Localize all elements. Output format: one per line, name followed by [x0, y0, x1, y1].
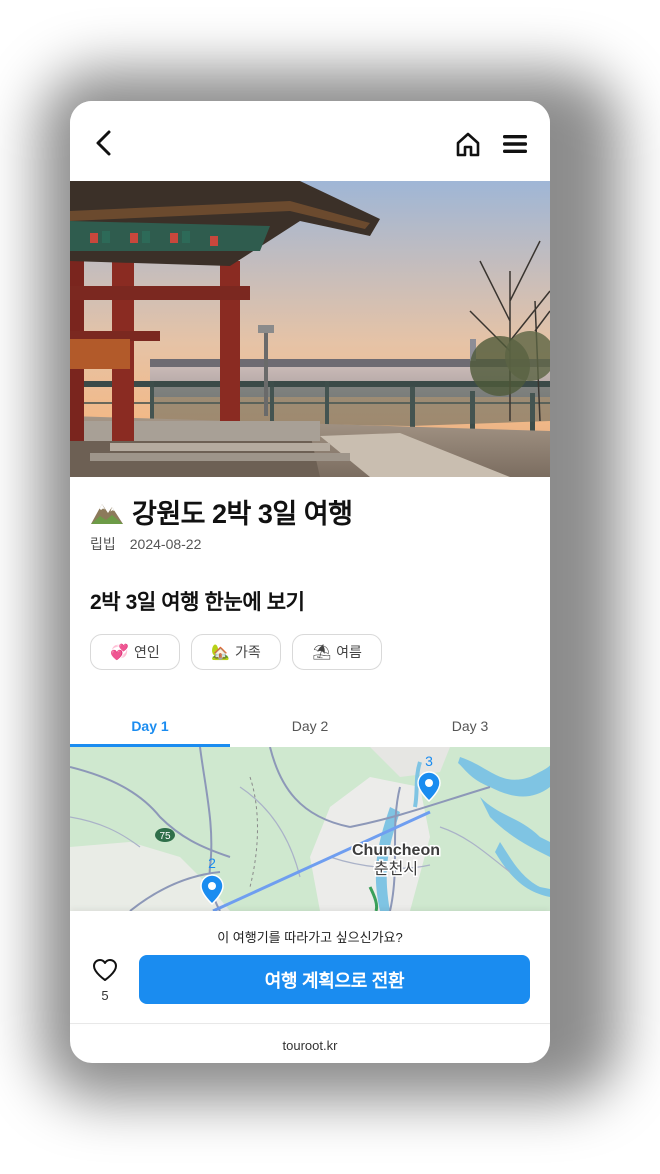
- two-hearts-icon: 💞: [110, 644, 129, 661]
- footer-site[interactable]: touroot.kr: [70, 1023, 550, 1063]
- phone-screen: 강원도 2박 3일 여행 립빕 2024-08-22 2박 3일 여행 한눈에 보…: [70, 101, 550, 1063]
- convert-plan-panel: 이 여행기를 따라가고 싶으신가요? 5 여행 계획으로 전환: [70, 911, 550, 1023]
- trip-meta: 립빕 2024-08-22: [90, 534, 201, 554]
- svg-text:75: 75: [159, 831, 171, 842]
- route-map[interactable]: 75 Chuncheon 춘천시 2 3: [70, 747, 550, 911]
- trip-title-row: 강원도 2박 3일 여행: [90, 489, 353, 533]
- svg-text:3: 3: [425, 753, 433, 769]
- like-count: 5: [101, 988, 109, 1003]
- tag-family[interactable]: 🏡 가족: [191, 634, 281, 670]
- like-button[interactable]: 5: [90, 958, 120, 1003]
- home-icon[interactable]: [455, 131, 481, 157]
- mountain-icon: [91, 504, 123, 524]
- trip-title: 강원도 2박 3일 여행: [132, 498, 353, 529]
- hamburger-menu-icon[interactable]: [502, 133, 528, 155]
- house-garden-icon: 🏡: [211, 644, 230, 661]
- tab-day-1[interactable]: Day 1: [70, 707, 230, 747]
- cta-question: 이 여행기를 따라가고 싶으신가요?: [217, 930, 403, 945]
- heart-icon: [93, 959, 117, 981]
- tab-day-2[interactable]: Day 2: [230, 707, 390, 747]
- tag-couple[interactable]: 💞 연인: [90, 634, 180, 670]
- road-75-shield: 75: [155, 828, 175, 842]
- overview-heading: 2박 3일 여행 한눈에 보기: [90, 591, 305, 614]
- svg-text:2: 2: [208, 855, 216, 871]
- tab-day-3[interactable]: Day 3: [390, 707, 550, 747]
- trip-date: 2024-08-22: [129, 536, 202, 552]
- chevron-left-icon[interactable]: [92, 129, 116, 157]
- author-name[interactable]: 립빕: [90, 536, 116, 552]
- convert-to-plan-button[interactable]: 여행 계획으로 전환: [139, 955, 530, 1004]
- tag-summer[interactable]: ⛱ 여름: [292, 634, 382, 670]
- tag-label: 가족: [234, 644, 261, 660]
- beach-umbrella-icon: ⛱: [312, 644, 332, 661]
- map-city-label-en: Chuncheon: [352, 842, 440, 859]
- tag-label: 연인: [133, 644, 160, 660]
- map-city-label-ko: 춘천시: [374, 859, 418, 878]
- tag-list: 💞 연인 🏡 가족 ⛱ 여름: [90, 634, 382, 670]
- day-tabs: Day 1 Day 2 Day 3: [70, 707, 550, 747]
- tag-label: 여름: [336, 644, 362, 660]
- top-bar: [70, 101, 550, 181]
- trip-cover-photo: [70, 181, 550, 477]
